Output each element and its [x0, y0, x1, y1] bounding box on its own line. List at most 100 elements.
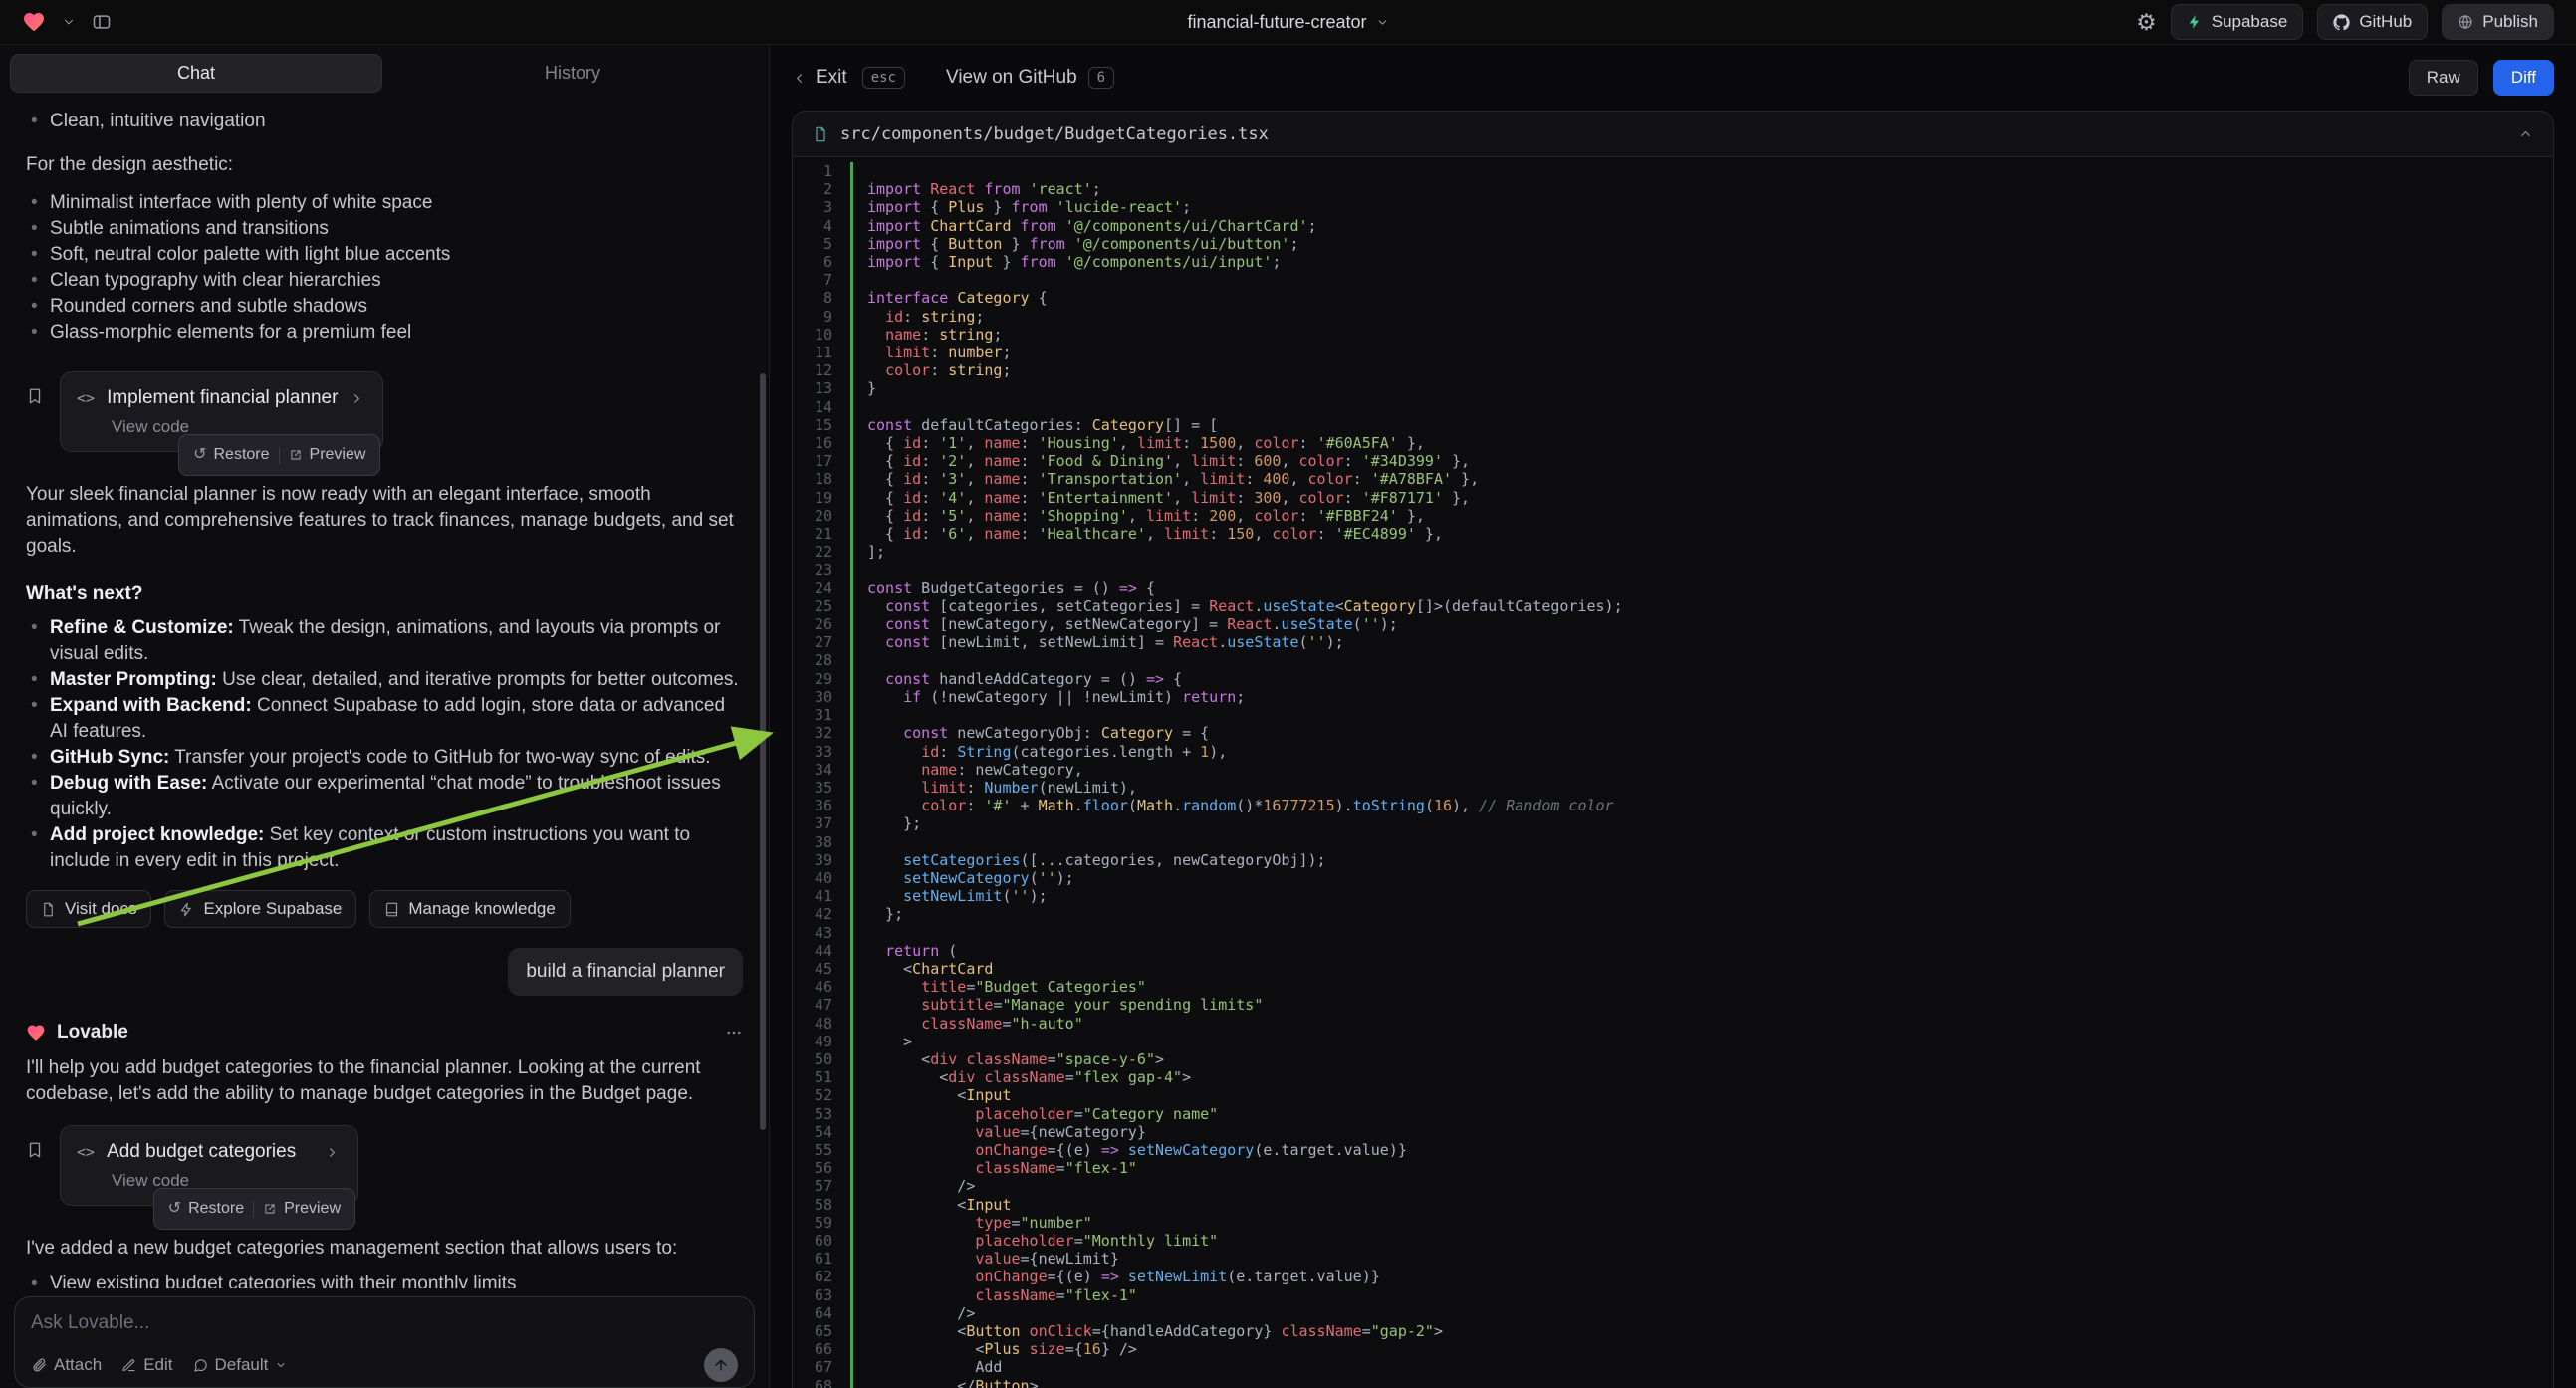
code-lines: 12import React from 'react';3import { Pl… [793, 162, 2553, 1388]
message-menu-icon[interactable] [725, 1024, 743, 1041]
esc-key-badge: esc [862, 67, 905, 89]
project-menu[interactable]: financial-future-creator [1187, 0, 1388, 45]
line-number: 40 [793, 869, 850, 887]
line-number: 15 [793, 416, 850, 434]
tab-chat[interactable]: Chat [10, 54, 382, 93]
chat-scrollbar[interactable] [760, 373, 766, 1130]
send-button[interactable] [704, 1348, 738, 1382]
raw-button[interactable]: Raw [2409, 60, 2478, 96]
line-number: 63 [793, 1286, 850, 1304]
line-number: 43 [793, 924, 850, 942]
github-button[interactable]: GitHub [2317, 4, 2428, 40]
code-line: 68 </Button> [793, 1377, 2553, 1388]
code-line: 11 limit: number; [793, 344, 2553, 361]
collapse-chevron-up-icon[interactable] [2518, 126, 2533, 141]
code-line: 22]; [793, 543, 2553, 561]
bookmark-icon[interactable] [26, 387, 44, 405]
code-line: 21 { id: '6', name: 'Healthcare', limit:… [793, 525, 2553, 543]
preview-button[interactable]: Preview [280, 439, 375, 471]
document-icon [41, 902, 56, 917]
main-split: Chat History Clean, intuitive navigation… [0, 45, 2576, 1388]
line-number: 23 [793, 561, 850, 578]
supabase-icon [2187, 14, 2203, 30]
chat-input[interactable] [31, 1312, 738, 1334]
code-text [850, 833, 2553, 851]
user-message-row: build a financial planner [26, 948, 743, 996]
lovable-logo-icon[interactable] [22, 10, 46, 34]
line-number: 61 [793, 1250, 850, 1268]
list-item: Clean typography with clear hierarchies [26, 268, 743, 294]
line-number: 29 [793, 670, 850, 688]
code-text: ]; [850, 543, 2553, 561]
code-line: 37 }; [793, 814, 2553, 832]
mode-select[interactable]: Default [193, 1355, 288, 1375]
file-card: src/components/budget/BudgetCategories.t… [792, 111, 2554, 1388]
code-text: name: string; [850, 326, 2553, 344]
restore-button[interactable]: ↺ Restore [159, 1193, 253, 1225]
list-item: Soft, neutral color palette with light b… [26, 242, 743, 268]
code-text: }; [850, 905, 2553, 923]
code-line: 42 }; [793, 905, 2553, 923]
code-text: name: newCategory, [850, 761, 2553, 779]
attach-button[interactable]: Attach [31, 1355, 102, 1375]
code-text: const newCategoryObj: Category = { [850, 724, 2553, 742]
code-text: }; [850, 814, 2553, 832]
line-number: 66 [793, 1340, 850, 1358]
code-line: 17 { id: '2', name: 'Food & Dining', lim… [793, 452, 2553, 470]
manage-knowledge-button[interactable]: Manage knowledge [369, 890, 570, 928]
code-editor[interactable]: 12import React from 'react';3import { Pl… [793, 157, 2553, 1388]
chat-messages[interactable]: Clean, intuitive navigation For the desi… [0, 97, 769, 1288]
line-number: 60 [793, 1232, 850, 1250]
line-number: 55 [793, 1141, 850, 1159]
code-line: 33 id: String(categories.length + 1), [793, 743, 2553, 761]
line-number: 58 [793, 1196, 850, 1214]
publish-button[interactable]: Publish [2442, 4, 2554, 40]
line-number: 16 [793, 434, 850, 452]
code-text: { id: '6', name: 'Healthcare', limit: 15… [850, 525, 2553, 543]
code-line: 15const defaultCategories: Category[] = … [793, 416, 2553, 434]
design-bullet-list: Minimalist interface with plenty of whit… [26, 190, 743, 346]
tab-history[interactable]: History [386, 54, 759, 93]
version-card[interactable]: <> Add budget categories View code ↺ Res… [60, 1125, 358, 1206]
code-text: color: string; [850, 361, 2553, 379]
edit-button[interactable]: Edit [121, 1355, 172, 1375]
line-number: 26 [793, 615, 850, 633]
view-on-github-label: View on GitHub [946, 67, 1077, 89]
code-text: if (!newCategory || !newLimit) return; [850, 688, 2553, 706]
version-card[interactable]: <> Implement financial planner View code… [60, 371, 383, 452]
list-item: Refine & Customize: Tweak the design, an… [26, 615, 743, 667]
restore-button[interactable]: ↺ Restore [184, 439, 278, 471]
settings-gear-icon[interactable]: ⚙ [2136, 9, 2157, 36]
code-line: 26 const [newCategory, setNewCategory] =… [793, 615, 2553, 633]
code-text: className="flex-1" [850, 1159, 2553, 1177]
exit-button[interactable]: Exit [792, 67, 847, 89]
code-text: { id: '1', name: 'Housing', limit: 1500,… [850, 434, 2553, 452]
code-line: 6import { Input } from '@/components/ui/… [793, 253, 2553, 271]
line-number: 38 [793, 833, 850, 851]
code-panel: Exit esc View on GitHub 6 Raw Diff src/c… [769, 45, 2576, 1388]
file-header[interactable]: src/components/budget/BudgetCategories.t… [793, 112, 2553, 157]
explore-supabase-button[interactable]: Explore Supabase [164, 890, 356, 928]
code-text: <Input [850, 1086, 2553, 1104]
next-steps-list: Refine & Customize: Tweak the design, an… [26, 615, 743, 874]
supabase-button[interactable]: Supabase [2171, 4, 2304, 40]
visit-docs-button[interactable]: Visit docs [26, 890, 151, 928]
code-text: limit: Number(newLimit), [850, 779, 2553, 797]
code-line: 62 onChange={(e) => setNewLimit(e.target… [793, 1268, 2553, 1285]
view-on-github-link[interactable]: View on GitHub 6 [946, 67, 1114, 89]
line-number: 27 [793, 633, 850, 651]
sidebar-toggle-icon[interactable] [92, 12, 112, 32]
ready-paragraph: Your sleek financial planner is now read… [26, 482, 743, 560]
preview-button[interactable]: Preview [254, 1193, 350, 1225]
line-number: 34 [793, 761, 850, 779]
line-number: 62 [793, 1268, 850, 1285]
code-text: return ( [850, 942, 2553, 960]
code-text: </Button> [850, 1377, 2553, 1388]
bookmark-icon[interactable] [26, 1141, 44, 1159]
code-line: 45 <ChartCard [793, 960, 2553, 978]
code-text: id: String(categories.length + 1), [850, 743, 2553, 761]
diff-button[interactable]: Diff [2493, 60, 2554, 96]
line-number: 3 [793, 198, 850, 216]
chevron-down-icon[interactable] [62, 15, 76, 29]
code-line: 4import ChartCard from '@/components/ui/… [793, 217, 2553, 235]
